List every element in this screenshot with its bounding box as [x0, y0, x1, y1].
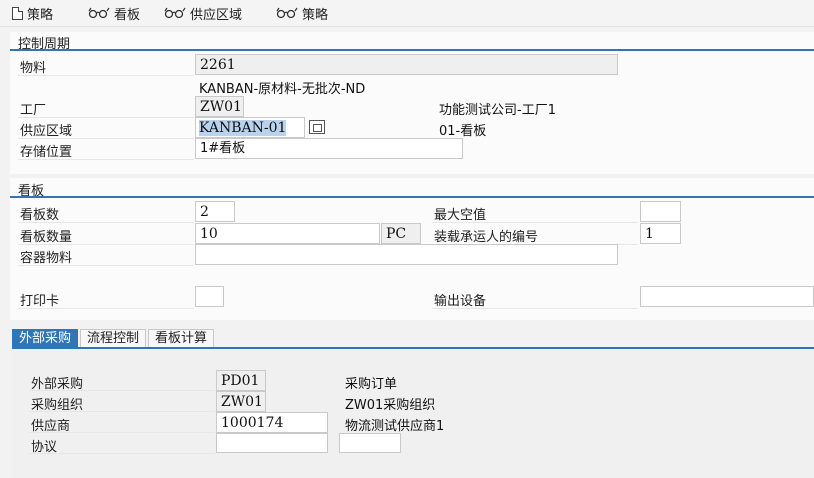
- kanban-count-field[interactable]: 2: [195, 201, 235, 222]
- supply-area-view-label: 供应区域: [190, 7, 243, 23]
- container-material-field[interactable]: [195, 244, 618, 265]
- vendor-description: 物流测试供应商1: [345, 419, 445, 434]
- strategy-new-label: 策略: [27, 7, 54, 23]
- material-label: 物料: [20, 61, 47, 76]
- external-procurement-panel: [12, 349, 814, 478]
- kanban-view-button[interactable]: 看板: [88, 4, 141, 23]
- strategy-view-button[interactable]: 策略: [276, 4, 329, 23]
- print-card-label: 打印卡: [20, 294, 60, 309]
- tab-process-control[interactable]: 流程控制: [80, 329, 147, 348]
- supply-area-label: 供应区域: [20, 124, 73, 139]
- row-underline: [18, 244, 194, 245]
- procurement-type-description: 采购订单: [345, 377, 398, 392]
- glasses-icon: [276, 7, 298, 19]
- supply-area-value: KANBAN-01: [199, 120, 287, 136]
- application-toolbar: 策略 看板 供应区域 策略: [0, 0, 814, 27]
- row-underline: [29, 432, 215, 433]
- row-underline: [18, 138, 194, 139]
- supply-area-description: 01-看板: [439, 124, 487, 139]
- purchasing-org-description: ZW01采购组织: [345, 398, 436, 413]
- print-card-field[interactable]: [195, 286, 224, 307]
- glasses-icon: [88, 7, 110, 19]
- supply-area-view-button[interactable]: 供应区域: [164, 4, 243, 23]
- strategy-new-button[interactable]: 策略: [12, 4, 54, 23]
- kanban-quantity-label: 看板数量: [20, 230, 73, 245]
- carrier-number-label: 装载承运人的编号: [434, 230, 539, 245]
- max-empty-field[interactable]: [640, 201, 681, 222]
- output-device-field[interactable]: [640, 286, 814, 307]
- supply-area-field[interactable]: KANBAN-01: [195, 117, 305, 138]
- vendor-field[interactable]: 1000174: [216, 412, 328, 433]
- tab-strip: 外部采购 流程控制 看板计算: [12, 329, 216, 348]
- row-underline: [29, 390, 215, 391]
- tab-external-procurement[interactable]: 外部采购: [12, 329, 79, 348]
- material-description: KANBAN-原材料-无批次-ND: [199, 82, 366, 97]
- section-divider: [10, 49, 814, 51]
- row-underline: [29, 411, 215, 412]
- procurement-type-field[interactable]: PD01: [216, 370, 266, 391]
- max-empty-label: 最大空值: [434, 208, 487, 223]
- row-underline: [432, 308, 638, 309]
- kanban-view-label: 看板: [114, 7, 141, 23]
- row-underline: [29, 453, 215, 454]
- tab-kanban-calculation[interactable]: 看板计算: [148, 329, 215, 348]
- row-underline: [18, 159, 194, 160]
- section-divider: [10, 196, 814, 198]
- glasses-icon: [164, 7, 186, 19]
- value-help-icon[interactable]: [309, 120, 325, 134]
- storage-location-label: 存储位置: [20, 145, 73, 160]
- material-field[interactable]: 2261: [195, 54, 618, 75]
- new-document-icon: [12, 6, 23, 20]
- row-underline: [18, 117, 194, 118]
- container-material-label: 容器物料: [20, 251, 73, 266]
- storage-location-field[interactable]: 1#看板: [195, 138, 463, 159]
- row-underline: [18, 308, 194, 309]
- plant-field[interactable]: ZW01: [195, 96, 244, 117]
- kanban-quantity-field[interactable]: 10: [195, 223, 380, 244]
- row-underline: [18, 75, 194, 76]
- output-device-label: 输出设备: [434, 294, 487, 309]
- row-underline: [432, 222, 638, 223]
- purchasing-org-field[interactable]: ZW01: [216, 391, 266, 412]
- kanban-count-label: 看板数: [20, 208, 60, 223]
- carrier-number-field[interactable]: 1: [640, 223, 681, 244]
- row-underline: [18, 265, 194, 266]
- quantity-unit-field: PC: [381, 223, 421, 244]
- agreement-item-field[interactable]: [339, 433, 401, 453]
- plant-description: 功能测试公司-工厂1: [439, 103, 556, 118]
- plant-label: 工厂: [20, 103, 47, 118]
- row-underline: [18, 222, 194, 223]
- strategy-view-label: 策略: [302, 7, 329, 23]
- agreement-field[interactable]: [216, 433, 328, 453]
